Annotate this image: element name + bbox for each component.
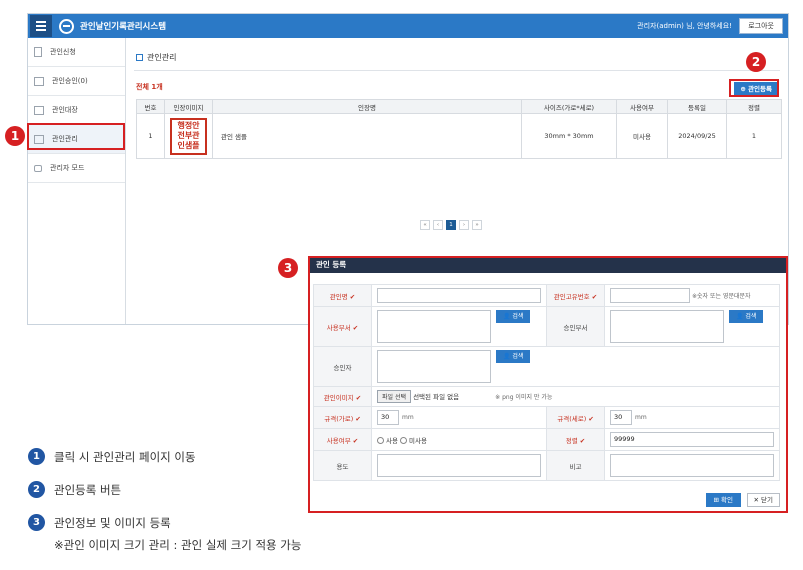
sidebar-item-label: 관인승인(0) [52, 77, 88, 85]
legend-badge: 2 [28, 481, 45, 498]
sidebar-item-label: 관인대장 [52, 106, 78, 114]
logout-button[interactable]: 로그아웃 [739, 18, 783, 34]
page-title-text: 관인관리 [147, 53, 177, 62]
legend-item: 3 관인정보 및 이미지 등록 [28, 514, 171, 531]
column-header[interactable]: 번호 [136, 99, 165, 114]
sidebar-item-label: 관인신청 [50, 48, 76, 56]
legend-text: 관인정보 및 이미지 등록 [54, 515, 171, 530]
list-icon [34, 76, 44, 86]
seal-table: 번호 인장이미지 인장명 사이즈(가로*세로) 사용여부 등록일 정렬 1 행정… [136, 99, 782, 159]
logo-icon [59, 18, 74, 34]
next-page-button[interactable]: › [459, 220, 469, 230]
column-header[interactable]: 인장이미지 [164, 99, 213, 114]
legend-text: 클릭 시 관인관리 페이지 이동 [54, 449, 196, 464]
document-icon [34, 47, 42, 57]
seal-order: 1 [726, 113, 782, 159]
callout-box-3 [308, 256, 788, 513]
lock-icon [34, 164, 42, 172]
callout-badge-2: 2 [746, 52, 766, 72]
legend-note: ※관인 이미지 크기 관리 : 관인 실제 크기 적용 가능 [54, 538, 302, 552]
column-header[interactable]: 사용여부 [616, 99, 668, 114]
sidebar-item-label: 관리자 모드 [50, 164, 85, 172]
sidebar: 관인신청 관인승인(0) 관인대장 관인관리 관리자 모드 [28, 38, 126, 324]
user-greeting: 관리자(admin) 님, 안녕하세요! [637, 22, 732, 30]
seal-image: 행정안 전부관 인샘플 [170, 117, 207, 155]
sidebar-item-admin-mode[interactable]: 관리자 모드 [28, 154, 125, 183]
seal-image-cell: 행정안 전부관 인샘플 [164, 113, 213, 159]
column-header[interactable]: 등록일 [667, 99, 727, 114]
divider [134, 70, 780, 71]
sidebar-item-seal-request[interactable]: 관인신청 [28, 38, 125, 67]
callout-badge-1: 1 [5, 126, 25, 146]
column-header[interactable]: 정렬 [726, 99, 782, 114]
hamburger-menu-icon[interactable] [30, 15, 52, 37]
callout-box-2 [729, 79, 779, 97]
seal-text-line: 전부관 [177, 131, 200, 140]
column-header[interactable]: 인장명 [212, 99, 522, 114]
legend-badge: 1 [28, 448, 45, 465]
legend-badge: 3 [28, 514, 45, 531]
pagination: « ‹ 1 › » [420, 220, 482, 230]
table-row[interactable]: 1 행정안 전부관 인샘플 관인 샘플 30mm * 30mm 미사용 2024… [136, 113, 782, 159]
top-bar: 관인날인기록관리시스템 관리자(admin) 님, 안녕하세요! 로그아웃 [28, 14, 788, 38]
sidebar-item-seal-approval[interactable]: 관인승인(0) [28, 67, 125, 96]
callout-box-1 [27, 123, 125, 150]
ledger-icon [34, 105, 44, 115]
legend-item: 2 관인등록 버튼 [28, 481, 121, 498]
heading-square-icon [136, 54, 143, 61]
legend-item: 1 클릭 시 관인관리 페이지 이동 [28, 448, 196, 465]
app-title: 관인날인기록관리시스템 [80, 22, 167, 32]
seal-use: 미사용 [616, 113, 668, 159]
seal-text-line: 인샘플 [177, 141, 200, 150]
row-number: 1 [136, 113, 165, 159]
legend-text: 관인등록 버튼 [54, 482, 122, 497]
prev-page-button[interactable]: ‹ [433, 220, 443, 230]
seal-size: 30mm * 30mm [521, 113, 617, 159]
last-page-button[interactable]: » [472, 220, 482, 230]
first-page-button[interactable]: « [420, 220, 430, 230]
page-title: 관인관리 [136, 52, 176, 63]
column-header[interactable]: 사이즈(가로*세로) [521, 99, 617, 114]
sidebar-item-seal-ledger[interactable]: 관인대장 [28, 96, 125, 125]
seal-text-line: 행정안 [177, 121, 200, 130]
seal-name: 관인 샘플 [212, 113, 522, 159]
page-1-button[interactable]: 1 [446, 220, 456, 230]
total-count: 전체 1개 [136, 83, 163, 91]
callout-badge-3: 3 [278, 258, 298, 278]
seal-date: 2024/09/25 [667, 113, 727, 159]
